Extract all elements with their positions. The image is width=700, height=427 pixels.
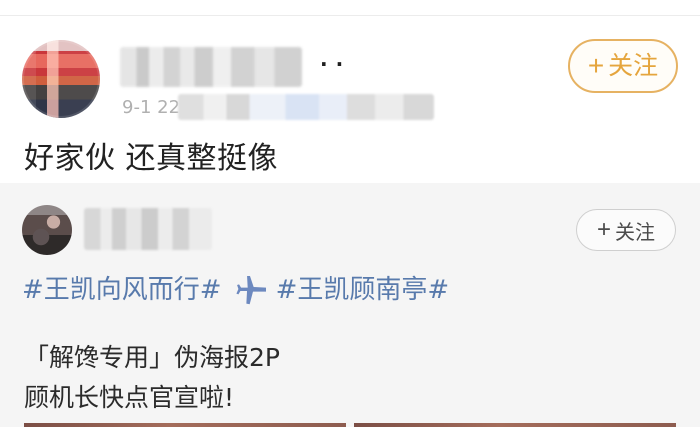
quoted-text-line-2: 顾机长快点官宣啦! bbox=[24, 383, 235, 412]
quoted-follow-button[interactable]: + 关注 bbox=[576, 209, 676, 251]
post-time: 9-1 22 bbox=[122, 97, 181, 118]
blurred-post-meta bbox=[178, 94, 434, 120]
avatar[interactable] bbox=[22, 40, 100, 118]
blurred-user-name[interactable] bbox=[120, 47, 302, 87]
image-thumbnail-1[interactable] bbox=[24, 423, 346, 427]
follow-button[interactable]: + 关注 bbox=[568, 39, 678, 93]
post-text: 好家伙 还真整挺像 bbox=[24, 141, 279, 176]
topic-link-2[interactable]: #王凯顾南亭# bbox=[276, 271, 450, 309]
weibo-post-screen: ·· 9-1 22 + 关注 好家伙 还真整挺像 + 关注 #王凯向风而行# #… bbox=[0, 0, 700, 427]
quoted-blurred-user-name[interactable] bbox=[84, 208, 212, 250]
quoted-follow-label: 关注 bbox=[615, 221, 655, 244]
image-thumbnail-2[interactable] bbox=[354, 423, 676, 427]
quoted-text-line-1: 「解馋专用」伪海报2P bbox=[24, 343, 280, 372]
follow-label: 关注 bbox=[608, 51, 659, 80]
more-icon[interactable]: ·· bbox=[320, 54, 366, 74]
topic-row: #王凯向风而行# #王凯顾南亭# bbox=[22, 271, 449, 309]
quoted-avatar[interactable] bbox=[22, 205, 72, 255]
plus-icon: + bbox=[587, 49, 605, 81]
topic-link-1[interactable]: #王凯向风而行# bbox=[22, 271, 222, 309]
quoted-plus-icon: + bbox=[596, 215, 611, 243]
airplane-icon bbox=[235, 276, 266, 306]
